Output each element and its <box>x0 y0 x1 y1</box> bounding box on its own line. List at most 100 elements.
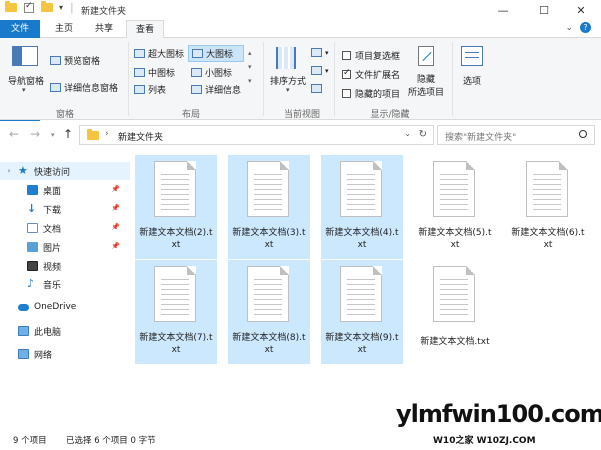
customize-toolbar-chevron-icon[interactable]: ▾ <box>59 3 63 12</box>
file-item[interactable]: 新建文本文档(4).txt <box>321 155 403 259</box>
item-checkboxes-toggle[interactable]: 项目复选框 <box>342 49 400 62</box>
breadcrumb-chevron-icon[interactable]: › <box>105 129 109 139</box>
search-icon[interactable] <box>579 130 587 138</box>
file-extensions-label: 文件扩展名 <box>355 71 401 81</box>
refresh-icon[interactable]: ↻ <box>419 129 427 140</box>
text-file-icon <box>340 161 382 217</box>
help-icon[interactable]: ? <box>580 22 591 33</box>
file-name: 新建文本文档(4).txt <box>325 228 399 250</box>
selection-info: 已选择 6 个项目 0 字节 <box>66 436 156 446</box>
sidebar-item-label: 此电脑 <box>34 327 62 338</box>
sidebar-item-label: 网络 <box>34 350 53 361</box>
up-arrow-icon[interactable]: ↑ <box>63 127 73 141</box>
folder-icon <box>87 129 99 140</box>
sidebar-item-quick-access[interactable]: › ★ 快速访问 <box>0 162 130 180</box>
sidebar-item-desktop[interactable]: 桌面 📌 <box>0 181 130 199</box>
sidebar-item-music[interactable]: ♪ 音乐 <box>0 275 130 293</box>
text-file-icon <box>247 266 289 322</box>
sidebar-item-pictures[interactable]: 图片 📌 <box>0 238 130 256</box>
videos-icon <box>27 261 38 271</box>
tab-home[interactable]: 主页 <box>46 20 82 38</box>
maximize-button[interactable]: ☐ <box>524 0 564 20</box>
expand-chevron-icon[interactable]: › <box>0 167 18 175</box>
music-note-icon: ♪ <box>27 277 35 290</box>
star-icon: ★ <box>18 164 28 177</box>
file-item[interactable]: 新建文本文档(8).txt <box>228 260 310 364</box>
ribbon-collapse-chevron-icon[interactable]: ⌄ <box>565 23 573 33</box>
pin-icon[interactable]: 📌 <box>111 223 120 231</box>
sidebar-item-documents[interactable]: 文档 📌 <box>0 219 130 237</box>
file-item[interactable]: 新建文本文档(2).txt <box>135 155 217 259</box>
group-label-layout: 布局 <box>181 110 200 120</box>
tab-share[interactable]: 共享 <box>86 20 122 38</box>
preview-pane-button[interactable]: 预览窗格 <box>50 54 100 67</box>
address-dropdown-icon[interactable]: ⌄ <box>404 129 411 138</box>
group-by-button[interactable]: ▾ <box>311 48 329 57</box>
pin-icon[interactable]: 📌 <box>111 204 120 212</box>
computer-icon <box>18 326 29 336</box>
list-icon <box>134 85 145 94</box>
layout-scroll-icon[interactable]: ▴ ▾ ▾ <box>248 46 252 88</box>
layout-xl-icons[interactable]: 超大图标 <box>134 47 184 60</box>
file-item[interactable]: 新建文本文档(3).txt <box>228 155 310 259</box>
sort-by-dropdown-icon[interactable]: ▾ <box>286 86 290 94</box>
preview-pane-label: 预览窗格 <box>64 57 101 67</box>
nav-pane-button[interactable]: 导航窗格 <box>4 74 48 87</box>
file-item[interactable]: 新建文本文档.txt <box>414 260 496 364</box>
file-extensions-toggle[interactable]: 文件扩展名 <box>342 68 400 81</box>
add-columns-button[interactable]: ▾ <box>311 66 329 75</box>
search-input[interactable]: 搜索"新建文件夹" <box>445 130 516 143</box>
ribbon-divider <box>263 42 264 116</box>
sidebar-item-videos[interactable]: 视频 <box>0 257 130 275</box>
size-columns-button[interactable] <box>311 84 325 93</box>
close-button[interactable]: ✕ <box>561 0 601 20</box>
properties-checkbox-icon[interactable] <box>24 1 34 13</box>
recent-locations-chevron-icon[interactable]: ▾ <box>51 131 55 139</box>
sidebar-item-network[interactable]: 网络 <box>0 345 130 363</box>
sidebar-item-label: 视频 <box>43 262 62 273</box>
small-icons-icon <box>191 68 202 77</box>
file-item[interactable]: 新建文本文档(6).txt <box>507 155 589 259</box>
details-pane-label: 详细信息窗格 <box>64 84 119 94</box>
forward-arrow-icon[interactable]: → <box>30 127 40 141</box>
layout-small-icons[interactable]: 小图标 <box>191 66 232 79</box>
sidebar-item-onedrive[interactable]: OneDrive <box>0 298 130 316</box>
sort-by-icon[interactable] <box>276 47 296 69</box>
text-file-icon <box>247 161 289 217</box>
nav-pane-icon[interactable] <box>12 46 38 66</box>
minimize-button[interactable]: — <box>483 0 523 20</box>
address-bar[interactable]: › 新建文件夹 ⌄ ↻ <box>79 125 434 145</box>
options-icon[interactable] <box>461 46 483 66</box>
hide-selected-icon[interactable] <box>418 46 434 66</box>
tab-view[interactable]: 查看 <box>126 20 164 39</box>
item-checkboxes-checkbox[interactable] <box>342 51 351 60</box>
large-icons-label: 大图标 <box>206 50 234 60</box>
window-title: 新建文件夹 <box>81 7 127 17</box>
file-item[interactable]: 新建文本文档(9).txt <box>321 260 403 364</box>
pin-icon[interactable]: 📌 <box>111 185 120 193</box>
hidden-items-checkbox[interactable] <box>342 89 351 98</box>
file-name: 新建文本文档(8).txt <box>232 333 306 355</box>
hide-selected-line1[interactable]: 隐藏 <box>404 72 448 85</box>
preview-pane-icon <box>50 56 61 65</box>
sidebar-item-downloads[interactable]: ↓ 下载 📌 <box>0 200 130 218</box>
file-item[interactable]: 新建文本文档(5).txt <box>414 155 496 259</box>
search-box[interactable]: 搜索"新建文件夹" <box>437 125 595 145</box>
layout-large-icons[interactable]: 大图标 <box>188 45 244 62</box>
nav-pane-dropdown-icon[interactable]: ▾ <box>22 86 26 94</box>
layout-medium-icons[interactable]: 中图标 <box>134 66 175 79</box>
layout-list[interactable]: 列表 <box>134 83 166 96</box>
new-folder-icon[interactable] <box>41 1 53 12</box>
breadcrumb[interactable]: 新建文件夹 <box>118 130 163 143</box>
back-arrow-icon[interactable]: ← <box>9 127 19 141</box>
pin-icon[interactable]: 📌 <box>111 242 120 250</box>
hidden-items-toggle[interactable]: 隐藏的项目 <box>342 87 400 100</box>
sidebar-item-this-pc[interactable]: 此电脑 <box>0 322 130 340</box>
hide-selected-line2[interactable]: 所选项目 <box>404 85 448 98</box>
file-item[interactable]: 新建文本文档(7).txt <box>135 260 217 364</box>
options-button[interactable]: 选项 <box>452 74 492 87</box>
details-pane-button[interactable]: 详细信息窗格 <box>50 81 118 94</box>
file-extensions-checkbox[interactable] <box>342 68 351 79</box>
layout-details[interactable]: 详细信息 <box>191 83 241 96</box>
sidebar-item-label: 图片 <box>43 243 62 254</box>
